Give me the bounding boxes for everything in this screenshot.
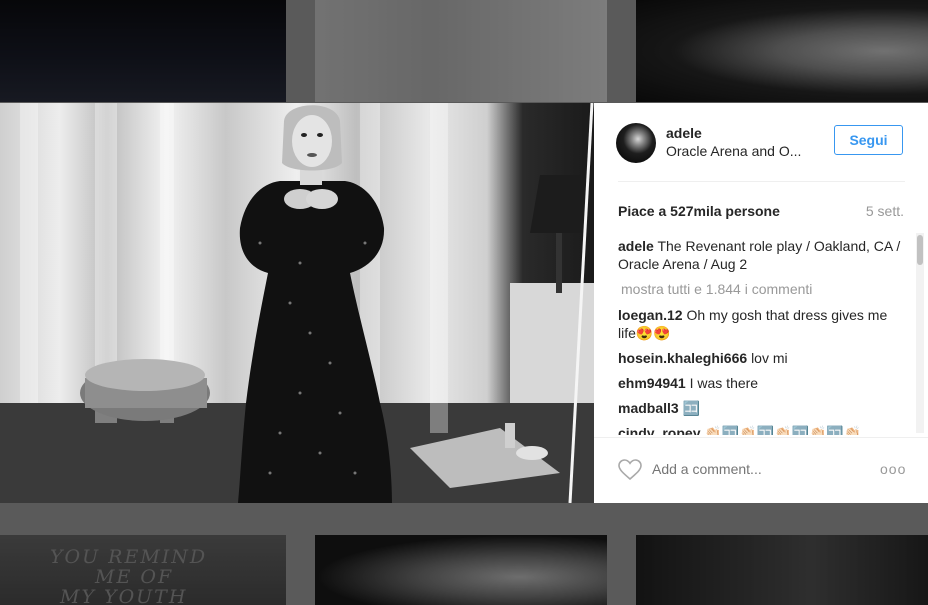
comment-text: 🈁 xyxy=(682,400,701,416)
background-thumbnail-5[interactable] xyxy=(315,535,607,605)
svg-text:YOU REMIND: YOU REMIND xyxy=(50,546,207,568)
background-thumbnail-3[interactable] xyxy=(636,0,928,102)
comment-username[interactable]: loegan.12 xyxy=(618,307,683,323)
avatar[interactable] xyxy=(616,123,656,163)
likes-count[interactable]: Piace a 527mila persone xyxy=(618,203,780,219)
comment-username[interactable]: hosein.khaleghi666 xyxy=(618,350,747,366)
comments-list: adele The Revenant role play / Oakland, … xyxy=(618,237,908,435)
follow-button[interactable]: Segui xyxy=(834,125,903,155)
post-date[interactable]: 5 sett. xyxy=(866,203,904,219)
svg-text:ME OF: ME OF xyxy=(94,566,173,588)
post-header: adele Oracle Arena and O... Segui xyxy=(594,103,928,181)
background-thumbnail-1[interactable] xyxy=(0,0,286,102)
comment-username[interactable]: ehm94941 xyxy=(618,375,686,391)
show-all-comments-link[interactable]: mostra tutti e 1.844 i commenti xyxy=(621,280,908,298)
chalk-writing: YOU REMIND ME OF MY YOUTH xyxy=(50,546,207,605)
more-options-icon[interactable]: ooo xyxy=(880,461,906,477)
footer-divider xyxy=(594,437,928,438)
comment-text: lov mi xyxy=(751,350,788,366)
comment-username[interactable]: madball3 xyxy=(618,400,679,416)
comment-item: ehm94941 I was there xyxy=(618,374,908,392)
svg-text:MY YOUTH: MY YOUTH xyxy=(59,586,187,605)
comment-item: loegan.12 Oh my gosh that dress gives me… xyxy=(618,306,908,342)
header-divider xyxy=(618,181,905,182)
background-thumbnail-2[interactable] xyxy=(315,0,607,102)
heart-icon[interactable] xyxy=(618,459,642,486)
scrollbar-thumb[interactable] xyxy=(917,235,923,265)
caption-text: The Revenant role play / Oakland, CA / O… xyxy=(618,238,901,272)
caption: adele The Revenant role play / Oakland, … xyxy=(618,237,908,273)
comment-text: I was there xyxy=(689,375,759,391)
background-thumbnail-4[interactable]: YOU REMIND ME OF MY YOUTH xyxy=(0,535,286,605)
caption-username[interactable]: adele xyxy=(618,238,654,254)
post-photo[interactable] xyxy=(0,103,594,503)
comment-text: 👏🏻🈁👏🏻🈁👏🏻🈁👏🏻🈁👏🏻 xyxy=(704,425,862,435)
comment-item: cindy_ropey 👏🏻🈁👏🏻🈁👏🏻🈁👏🏻🈁👏🏻 xyxy=(618,424,908,435)
comment-item: madball3 🈁 xyxy=(618,399,908,417)
post-details-panel: adele Oracle Arena and O... Segui Piace … xyxy=(594,103,928,503)
add-comment-input[interactable] xyxy=(652,459,852,479)
location-link[interactable]: Oracle Arena and O... xyxy=(666,143,814,159)
comment-item: hosein.khaleghi666 lov mi xyxy=(618,349,908,367)
username[interactable]: adele xyxy=(666,125,702,141)
background-thumbnail-6[interactable] xyxy=(636,535,928,605)
comment-username[interactable]: cindy_ropey xyxy=(618,425,700,435)
comments-scrollbar[interactable] xyxy=(916,233,924,433)
photo-scene xyxy=(0,103,594,503)
